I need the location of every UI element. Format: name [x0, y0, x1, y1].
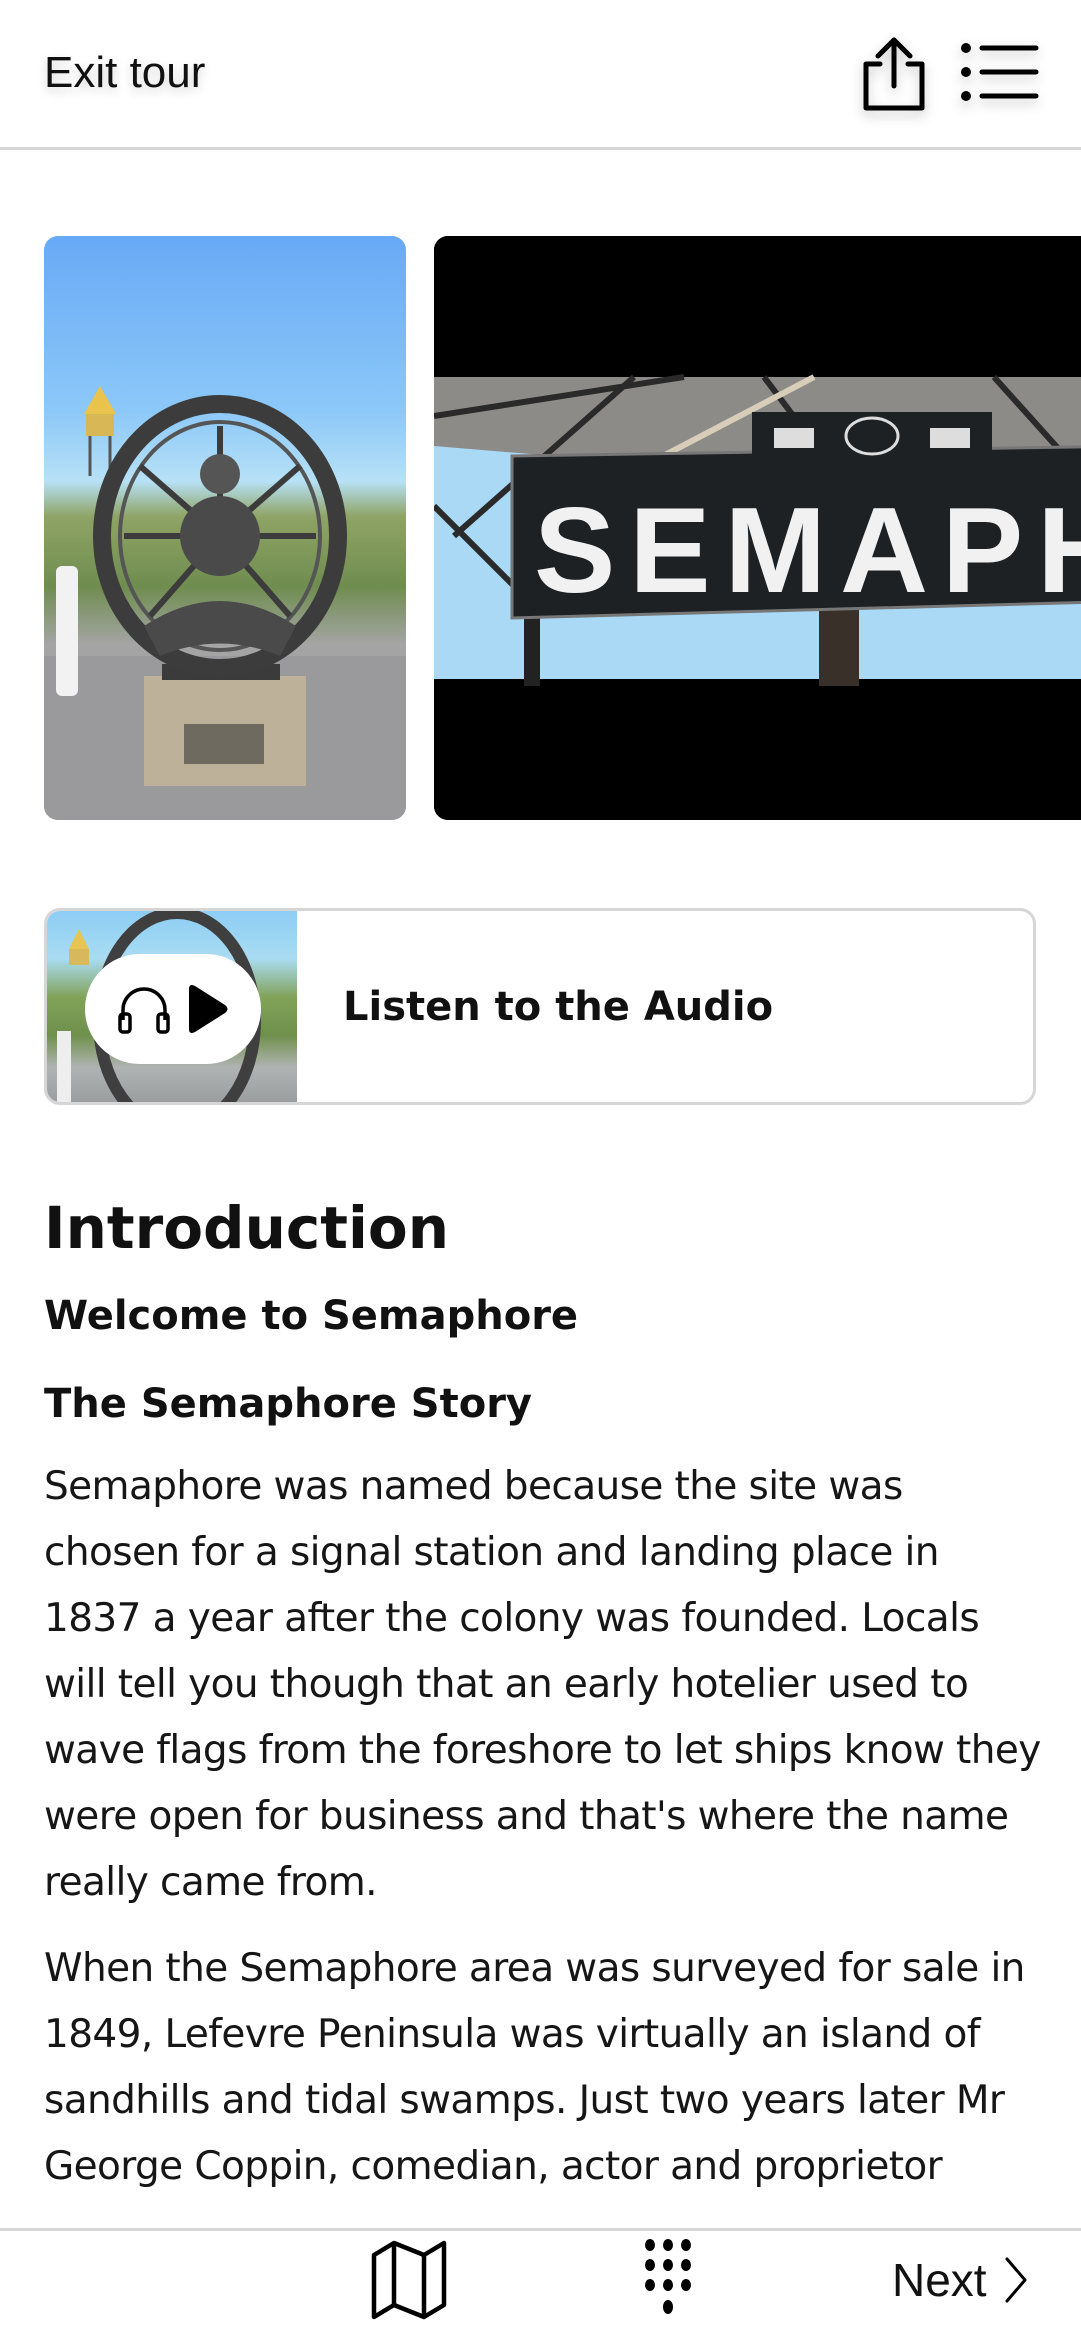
audio-thumbnail: [47, 911, 297, 1102]
image-carousel[interactable]: SEMAPHO: [0, 236, 1081, 820]
chevron-right-icon: [1005, 2257, 1027, 2303]
paragraph: When the Semaphore area was surveyed for…: [44, 1946, 1025, 2189]
next-label: Next: [892, 2254, 987, 2306]
map-icon[interactable]: [368, 2235, 450, 2325]
listen-audio-button[interactable]: Listen to the Audio: [44, 908, 1036, 1105]
top-bar: Exit tour: [0, 0, 1081, 150]
carousel-image-wheel-monument[interactable]: [44, 236, 406, 820]
carousel-image-station-sign[interactable]: SEMAPHO: [434, 236, 1081, 820]
listen-audio-label: Listen to the Audio: [343, 983, 774, 1030]
tour-page: Exit tour SEMAP Listen to the Audio Intr…: [0, 0, 1081, 2340]
page-title: Introduction: [44, 1194, 449, 1262]
wheel-monument-illustration: [44, 386, 406, 820]
section-title: The Semaphore Story: [44, 1381, 533, 1427]
paragraph: Semaphore was named because the site was…: [44, 1464, 1041, 1905]
audio-play-pill[interactable]: [85, 954, 261, 1064]
share-icon[interactable]: [858, 34, 930, 114]
exit-tour-button[interactable]: Exit tour: [44, 48, 205, 98]
bottom-navigation: Next: [0, 2228, 1081, 2340]
headphones-icon: [118, 987, 170, 1034]
station-sign-illustration: SEMAPHO: [434, 236, 1081, 820]
tour-stop-content: Introduction Welcome to Semaphore The Se…: [44, 1178, 1044, 2200]
play-icon: [189, 985, 228, 1033]
next-button[interactable]: Next: [892, 2245, 1029, 2315]
subtitle: Welcome to Semaphore: [44, 1293, 579, 1339]
keypad-icon[interactable]: [640, 2235, 696, 2327]
list-icon[interactable]: [960, 40, 1040, 104]
